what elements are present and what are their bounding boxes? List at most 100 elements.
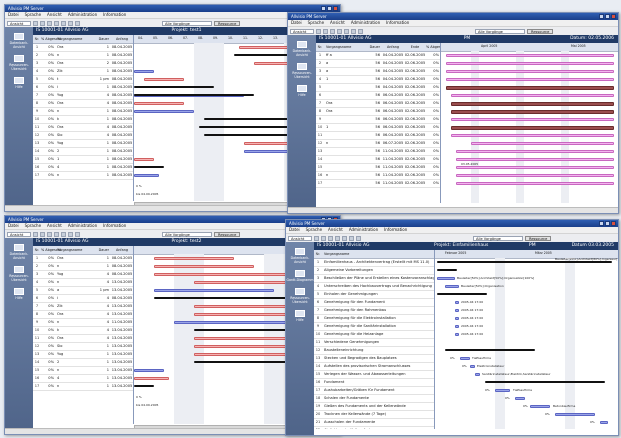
table-row[interactable]: 12 n 56 06.07.2005 02.06.2005 0% xyxy=(316,140,440,148)
filter-icon[interactable] xyxy=(61,231,66,237)
minimize-button[interactable] xyxy=(321,6,326,11)
zoom-out-icon[interactable] xyxy=(40,20,45,26)
table-row[interactable]: 7 0% Yug 4 08.04.2005 xyxy=(33,92,133,100)
col-header-pct[interactable]: % Abgeschl. xyxy=(426,43,440,51)
gantt-bar[interactable] xyxy=(530,405,550,408)
gantt-bar[interactable] xyxy=(134,385,154,387)
table-row[interactable]: 9 Genehmigung für die Sanitärinstallation xyxy=(314,323,434,331)
save-icon[interactable] xyxy=(54,231,59,237)
table-row[interactable]: 4 Unterschreiben des Hochbauvertrags und … xyxy=(314,283,434,291)
table-row[interactable]: 15 0% n 1 13.04.2005 xyxy=(33,367,133,375)
table-row[interactable]: 5 0% a 1 pm 13.04.2005 xyxy=(33,287,133,295)
table-row[interactable]: 10 Genehmigung für die Heizanlage xyxy=(314,331,434,339)
task-filter-select[interactable]: Alle Vorgänge xyxy=(473,235,523,241)
zoom-in-icon[interactable] xyxy=(33,231,38,237)
menu-file[interactable]: Datei xyxy=(286,227,303,232)
maximize-button[interactable] xyxy=(605,221,610,226)
print-icon[interactable] xyxy=(330,28,335,34)
menu-file[interactable]: Datei xyxy=(288,20,305,25)
table-row[interactable]: 8 0% Ora 4 08.04.2005 xyxy=(33,100,133,108)
table-row[interactable]: 2 0% n 1 08.04.2005 xyxy=(33,263,133,271)
table-row[interactable]: 17 Aushubarbeiten/Gräben für Fundament xyxy=(314,387,434,395)
menu-admin[interactable]: Administration xyxy=(346,227,381,232)
table-row[interactable]: 15 0% 1 1 08.04.2005 xyxy=(33,156,133,164)
col-header-name[interactable]: Vorgangsname xyxy=(324,43,366,51)
zoom-out-icon[interactable] xyxy=(321,235,326,241)
menu-admin[interactable]: Administration xyxy=(348,20,383,25)
gantt-bar[interactable] xyxy=(134,110,194,113)
table-row[interactable]: 3 a 56 04.04.2005 02.06.2005 0% xyxy=(316,68,440,76)
sidebar-item-database[interactable]: Datenbank-Ansicht xyxy=(288,41,316,57)
table-row[interactable]: 8 Ora 56 06.04.2005 02.06.2005 0% xyxy=(316,108,440,116)
gantt-bar[interactable] xyxy=(204,134,299,136)
table-row[interactable]: 2 Allgemeine Vorbereitungen xyxy=(314,267,434,275)
gantt-bar[interactable] xyxy=(455,309,459,312)
table-row[interactable]: 10 1 56 06.04.2005 02.06.2005 0% xyxy=(316,124,440,132)
save-icon[interactable] xyxy=(335,235,340,241)
table-row[interactable]: 5 Einholen der Genehmigungen xyxy=(314,291,434,299)
table-row[interactable]: 17 0% n 1 13.04.2005 xyxy=(33,383,133,391)
table-row[interactable]: 2 a 56 04.04.2005 02.06.2005 0% xyxy=(316,60,440,68)
resource-button[interactable]: Ressource xyxy=(527,28,554,34)
gantt-bar[interactable] xyxy=(154,297,304,299)
task-filter-select[interactable]: Alle Vorgänge xyxy=(162,20,212,26)
table-row[interactable]: 14 Aufstellen des provisorischen Stromans… xyxy=(314,363,434,371)
sidebar-item-gantt[interactable]: Gantt-Diagramm xyxy=(286,270,314,282)
menu-language[interactable]: Sprache xyxy=(22,12,44,17)
resource-button[interactable]: Ressource xyxy=(525,235,552,241)
zoom-out-icon[interactable] xyxy=(40,231,45,237)
sidebar-item-help[interactable]: Hilfe xyxy=(288,85,316,97)
close-button[interactable] xyxy=(333,6,338,11)
gantt-bar[interactable] xyxy=(194,345,289,348)
gantt-bar[interactable] xyxy=(475,373,480,376)
zoom-out-icon[interactable] xyxy=(323,28,328,34)
gantt-bar[interactable] xyxy=(204,118,299,120)
table-row[interactable]: 19 Gießen des Fundaments und der Kellerwä… xyxy=(314,403,434,411)
table-row[interactable]: 10 0% k 1 08.04.2005 xyxy=(33,116,133,124)
gantt-bar[interactable] xyxy=(134,102,184,105)
table-row[interactable]: 14 56 11.04.2005 02.06.2005 0% xyxy=(316,156,440,164)
arrow-left-icon[interactable] xyxy=(68,231,73,237)
table-row[interactable]: 4 0% Zik 1 08.04.2005 xyxy=(33,68,133,76)
table-row[interactable]: 6 0% i 4 08.04.2005 xyxy=(33,295,133,303)
menu-language[interactable]: Sprache xyxy=(305,20,327,25)
print-icon[interactable] xyxy=(47,20,52,26)
table-row[interactable]: 3 0% Yug 4 08.04.2005 xyxy=(33,271,133,279)
menu-view[interactable]: Ansicht xyxy=(327,20,348,25)
menu-admin[interactable]: Administration xyxy=(65,223,100,228)
task-filter-select[interactable]: Alle Vorgänge xyxy=(475,28,525,34)
col-header-nr[interactable]: Nr. xyxy=(33,35,41,43)
menu-view[interactable]: Ansicht xyxy=(325,227,346,232)
print-icon[interactable] xyxy=(47,231,52,237)
table-row[interactable]: 7 0% Zik 4 13.04.2005 xyxy=(33,303,133,311)
gantt-bar[interactable] xyxy=(134,377,169,380)
save-icon[interactable] xyxy=(54,20,59,26)
gantt-bar[interactable] xyxy=(437,293,487,295)
gantt-bar[interactable] xyxy=(451,118,614,121)
arrow-right-icon[interactable] xyxy=(75,231,80,237)
col-header-start[interactable]: Anfang xyxy=(111,35,133,43)
sidebar-item-help[interactable]: Hilfe xyxy=(5,77,33,89)
view-select[interactable]: Ansicht xyxy=(288,235,312,241)
view-select[interactable]: Ansicht xyxy=(7,20,31,26)
table-row[interactable]: 14 0% 2 1 08.04.2005 xyxy=(33,148,133,156)
table-row[interactable]: 11 Verschiedene Genehmigungen xyxy=(314,339,434,347)
gantt-bar[interactable] xyxy=(455,325,459,328)
gantt-bar[interactable] xyxy=(154,273,304,276)
save-icon[interactable] xyxy=(337,28,342,34)
gantt-bar[interactable] xyxy=(446,62,614,65)
table-row[interactable]: 1 Einfamilienhaus - Architektenvertrag (E… xyxy=(314,259,434,267)
gantt-bar[interactable] xyxy=(437,277,455,280)
print-icon[interactable] xyxy=(328,235,333,241)
table-row[interactable]: 10 0% k 4 13.04.2005 xyxy=(33,327,133,335)
filter-icon[interactable] xyxy=(61,20,66,26)
table-row[interactable]: 3 Beschließen der Pläne und Erstellen ein… xyxy=(314,275,434,283)
table-row[interactable]: 9 0% n 4 11.04.2005 xyxy=(33,319,133,327)
gantt-bar[interactable] xyxy=(154,289,274,292)
gantt-bar[interactable] xyxy=(194,281,294,284)
gantt-bar[interactable] xyxy=(451,110,614,114)
arrow-left-icon[interactable] xyxy=(351,28,356,34)
gantt-bar[interactable] xyxy=(515,397,525,400)
table-row[interactable]: 18 Schalen der Fundamente xyxy=(314,395,434,403)
menu-view[interactable]: Ansicht xyxy=(44,12,65,17)
